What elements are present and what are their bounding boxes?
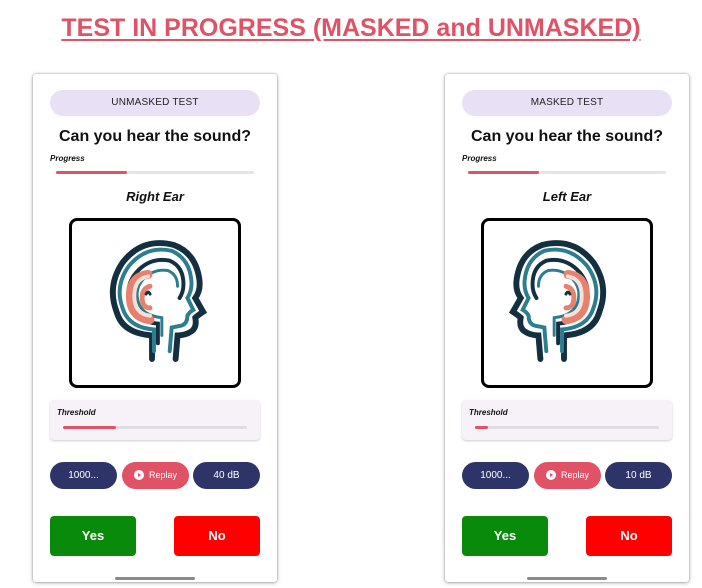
phone-screen-unmasked: UNMASKED TEST Can you hear the sound? Pr…	[33, 74, 277, 582]
level-button[interactable]: 40 dB	[193, 462, 260, 489]
no-button[interactable]: No	[174, 516, 260, 556]
progress-bar-fill	[56, 171, 128, 174]
play-circle-icon	[545, 469, 556, 480]
threshold-bar-fill	[63, 426, 117, 429]
no-button[interactable]: No	[586, 516, 672, 556]
replay-label: Replay	[148, 470, 177, 480]
progress-bar	[468, 171, 666, 174]
test-mode-chip: MASKED TEST	[462, 90, 672, 116]
head-illustration-frame	[481, 218, 653, 388]
threshold-card: Threshold	[462, 400, 672, 440]
threshold-label: Threshold	[57, 408, 96, 417]
threshold-bar-fill	[475, 426, 488, 429]
play-circle-icon	[133, 469, 144, 480]
ear-label: Left Ear	[542, 189, 592, 204]
threshold-bar	[63, 426, 247, 429]
head-with-ear-icon	[109, 240, 208, 362]
frequency-button[interactable]: 1000...	[462, 462, 529, 489]
yes-button[interactable]: Yes	[50, 516, 136, 556]
progress-bar	[56, 171, 254, 174]
threshold-bar	[475, 426, 659, 429]
ear-label: Right Ear	[126, 189, 184, 204]
page-title: TEST IN PROGRESS (MASKED and UNMASKED)	[61, 14, 641, 42]
frequency-button[interactable]: 1000...	[50, 462, 117, 489]
question-text: Can you hear the sound?	[470, 128, 663, 145]
head-illustration-frame	[69, 218, 241, 388]
home-indicator[interactable]	[527, 577, 607, 580]
test-mode-chip: UNMASKED TEST	[50, 90, 260, 116]
level-button[interactable]: 10 dB	[605, 462, 672, 489]
progress-label: Progress	[462, 154, 497, 163]
replay-label: Replay	[560, 470, 589, 480]
progress-bar-fill	[468, 171, 540, 174]
progress-label: Progress	[50, 154, 85, 163]
home-indicator[interactable]	[115, 577, 195, 580]
threshold-card: Threshold	[50, 400, 260, 440]
yes-button[interactable]: Yes	[462, 516, 548, 556]
threshold-label: Threshold	[469, 408, 508, 417]
replay-button[interactable]: Replay	[122, 462, 189, 489]
replay-button[interactable]: Replay	[534, 462, 601, 489]
question-text: Can you hear the sound?	[58, 128, 251, 145]
head-with-ear-icon	[508, 240, 607, 362]
phone-screen-masked: MASKED TEST Can you hear the sound? Prog…	[445, 74, 689, 582]
